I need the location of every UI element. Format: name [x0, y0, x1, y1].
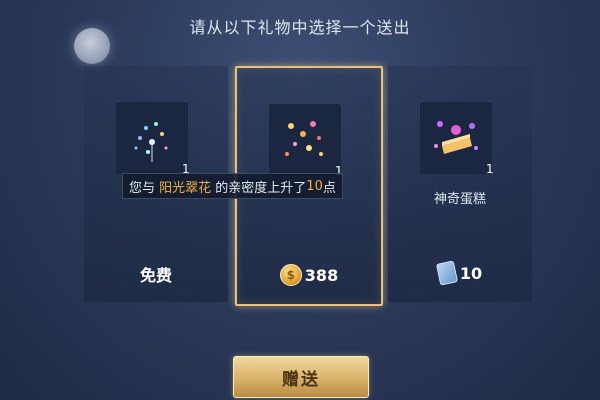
gift-price: $ 388	[237, 264, 381, 286]
gift-quantity: 1	[486, 162, 494, 176]
price-label: 免费	[139, 266, 172, 285]
cake-gift-icon	[420, 102, 492, 174]
toast-prefix: 您与	[129, 180, 160, 196]
toast-suffix: 点	[322, 180, 336, 196]
price-label: 10	[459, 263, 483, 283]
gift-name: 神奇蛋糕	[433, 192, 486, 207]
toast-amount: 10	[306, 178, 323, 194]
toast-friend-name: 阳光翠花	[159, 180, 212, 196]
page-title: 请从以下礼物中选择一个送出	[189, 18, 411, 37]
gift-price: 10	[388, 260, 532, 286]
send-button[interactable]: 赠送	[233, 356, 369, 398]
price-label: 388	[304, 265, 339, 285]
fireworks-gift-icon	[269, 104, 341, 176]
gift-price: 免费	[84, 262, 228, 286]
fireworks-gift-icon	[116, 102, 188, 174]
toast-middle: 的亲密度上升了	[211, 180, 307, 196]
ticket-icon	[435, 260, 458, 286]
gold-coin-icon: $	[279, 264, 302, 286]
gift-card-magic-cake[interactable]: 1 神奇蛋糕 10	[388, 66, 532, 302]
intimacy-toast: 您与 阳光翠花 的亲密度上升了 10 点	[122, 173, 343, 199]
